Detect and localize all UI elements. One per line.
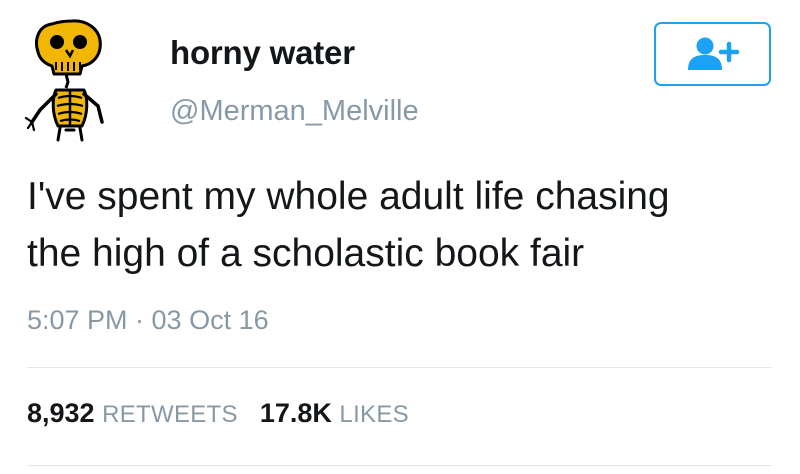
retweets-stat[interactable]: 8,932 RETWEETS bbox=[27, 398, 238, 428]
timestamp[interactable]: 5:07 PM · 03 Oct 16 bbox=[27, 305, 269, 336]
skeleton-avatar-icon bbox=[24, 19, 104, 142]
divider bbox=[27, 465, 772, 466]
tweet-text-line: the high of a scholastic book fair bbox=[27, 232, 585, 275]
tweet-stats: 8,932 RETWEETS 17.8K LIKES bbox=[27, 398, 409, 429]
retweets-label: RETWEETS bbox=[102, 401, 238, 428]
divider bbox=[27, 367, 772, 368]
user-handle[interactable]: @Merman_Melville bbox=[170, 95, 419, 128]
display-name[interactable]: horny water bbox=[170, 34, 355, 72]
retweets-count: 8,932 bbox=[27, 398, 95, 428]
add-user-icon bbox=[687, 37, 739, 70]
tweet-text-line: I've spent my whole adult life chasing bbox=[27, 175, 670, 218]
likes-count: 17.8K bbox=[259, 398, 332, 428]
avatar[interactable] bbox=[22, 18, 122, 146]
likes-label: LIKES bbox=[339, 401, 409, 428]
tweet-card: horny water @Merman_Melville I've spent … bbox=[0, 0, 800, 474]
likes-stat[interactable]: 17.8K LIKES bbox=[260, 398, 409, 428]
follow-button[interactable] bbox=[654, 22, 771, 86]
tweet-text: I've spent my whole adult life chasing t… bbox=[27, 168, 767, 282]
